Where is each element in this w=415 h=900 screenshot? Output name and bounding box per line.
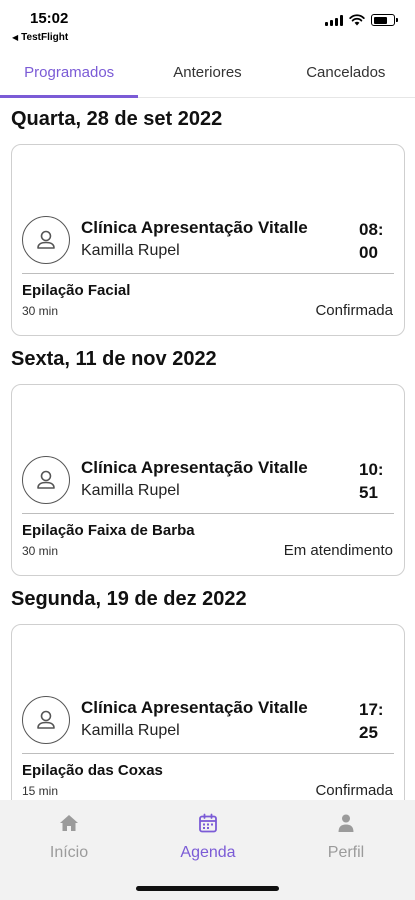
nav-perfil-label: Perfil [327, 844, 365, 861]
status-icons [325, 14, 398, 26]
back-to-app-link[interactable]: ◀ TestFlight [12, 32, 68, 43]
appointments-list[interactable]: Quarta, 28 de set 2022 Clínica Apresenta… [0, 98, 415, 800]
person-icon [37, 710, 55, 729]
status-time: 15:02 [30, 10, 69, 27]
divider [22, 273, 394, 274]
battery-icon [371, 14, 398, 26]
status-bar: 15:02 ◀ TestFlight [0, 0, 415, 50]
professional-name: Kamilla Rupel [81, 482, 180, 499]
service-duration: 30 min [22, 304, 59, 318]
tab-programados[interactable]: Programados [0, 52, 139, 98]
appointment-time: 17: 25 [359, 698, 391, 744]
bottom-nav: Início Agenda Perfil [0, 800, 415, 900]
appointment-card[interactable]: Clínica Apresentação Vitalle Kamilla Rup… [11, 384, 405, 576]
nav-agenda[interactable]: Agenda [148, 812, 268, 862]
appointment-time-minute: 00 [359, 243, 378, 262]
professional-name: Kamilla Rupel [81, 722, 180, 739]
service-name: Epilação Facial [22, 282, 131, 299]
clinic-name: Clínica Apresentação Vitalle [81, 698, 308, 717]
divider [22, 753, 394, 754]
back-triangle-icon: ◀ [12, 33, 19, 42]
person-icon [37, 230, 55, 249]
person-icon [37, 470, 55, 489]
appointment-time: 08: 00 [359, 218, 391, 264]
appointment-time-hour: 17: [359, 700, 384, 719]
appointment-time-hour: 08: [359, 220, 384, 239]
day-heading: Quarta, 28 de set 2022 [11, 108, 223, 130]
avatar [22, 456, 70, 504]
appointment-tabs: Programados Anteriores Cancelados [0, 52, 415, 98]
day-heading: Segunda, 19 de dez 2022 [11, 588, 247, 610]
divider [22, 513, 394, 514]
status-label: Em atendimento [283, 542, 393, 559]
nav-agenda-label: Agenda [180, 844, 236, 861]
wifi-icon [349, 14, 365, 26]
home-icon [60, 815, 78, 831]
appointment-time: 10: 51 [359, 458, 391, 504]
day-heading: Sexta, 11 de nov 2022 [11, 348, 217, 370]
appointment-time-minute: 51 [359, 483, 378, 502]
appointment-card[interactable]: Clínica Apresentação Vitalle Kamilla Rup… [11, 144, 405, 336]
status-label: Confirmada [315, 302, 393, 319]
home-indicator[interactable] [136, 886, 279, 891]
clinic-name: Clínica Apresentação Vitalle [81, 218, 308, 237]
service-name: Epilação das Coxas [22, 762, 163, 779]
status-label: Confirmada [315, 782, 393, 799]
nav-inicio[interactable]: Início [9, 812, 129, 862]
nav-inicio-label: Início [49, 844, 89, 861]
avatar [22, 696, 70, 744]
nav-perfil[interactable]: Perfil [286, 812, 406, 862]
professional-name: Kamilla Rupel [81, 242, 180, 259]
appointment-card[interactable]: Clínica Apresentação Vitalle Kamilla Rup… [11, 624, 405, 800]
calendar-icon [199, 813, 217, 833]
service-name: Epilação Faixa de Barba [22, 522, 195, 539]
service-duration: 15 min [22, 784, 59, 798]
clinic-name: Clínica Apresentação Vitalle [81, 458, 308, 477]
person-icon [338, 814, 354, 832]
cellular-signal-icon [325, 14, 343, 26]
appointment-time-hour: 10: [359, 460, 384, 479]
appointment-time-minute: 25 [359, 723, 378, 742]
avatar [22, 216, 70, 264]
service-duration: 30 min [22, 544, 59, 558]
tab-anteriores[interactable]: Anteriores [138, 52, 276, 97]
back-app-label: TestFlight [21, 32, 69, 43]
tab-cancelados[interactable]: Cancelados [277, 52, 415, 97]
